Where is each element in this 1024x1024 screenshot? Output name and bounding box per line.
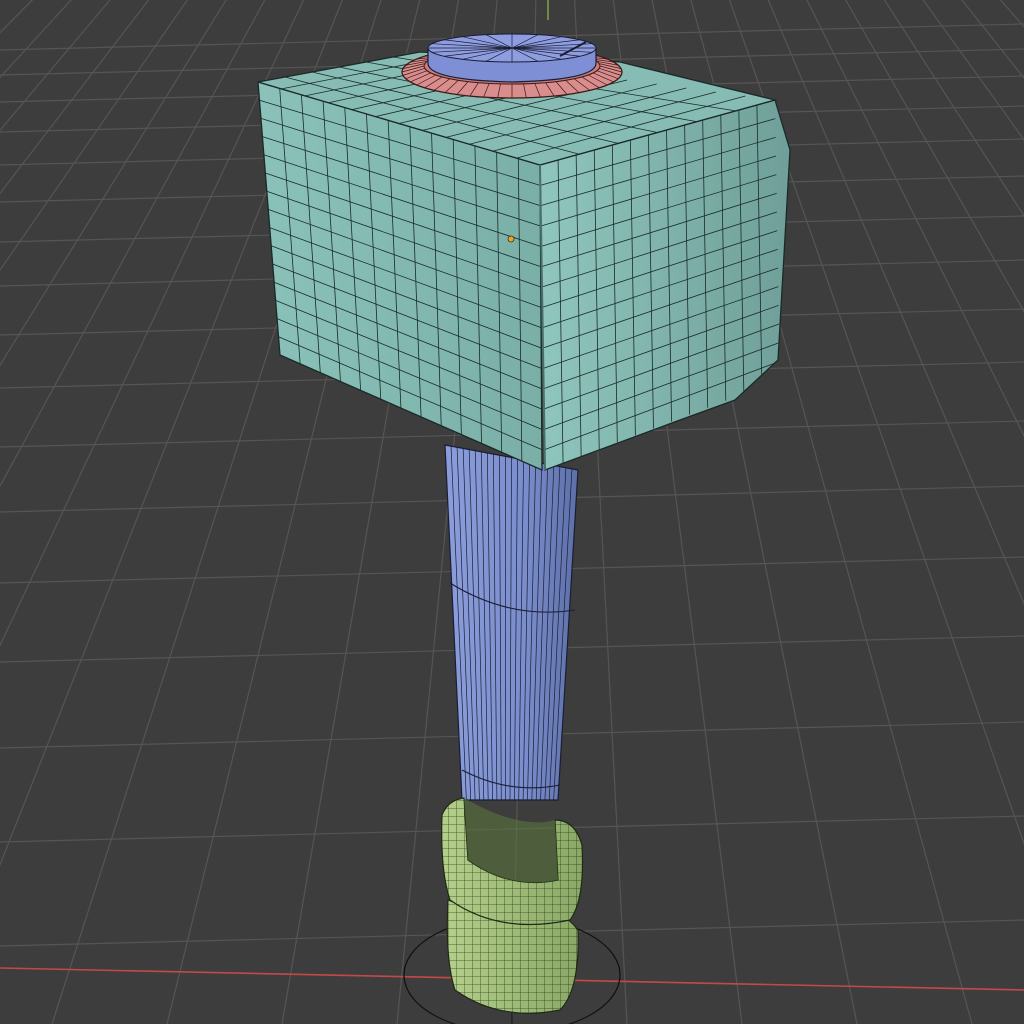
hammer-head[interactable] [257, 51, 791, 471]
viewport-scene[interactable] [0, 0, 1024, 1024]
hammer-top-cap[interactable] [427, 33, 597, 83]
hammer-grip[interactable] [441, 797, 584, 1014]
hammer-handle[interactable] [444, 444, 579, 801]
object-origin-point [507, 235, 515, 243]
3d-viewport[interactable] [0, 0, 1024, 1024]
